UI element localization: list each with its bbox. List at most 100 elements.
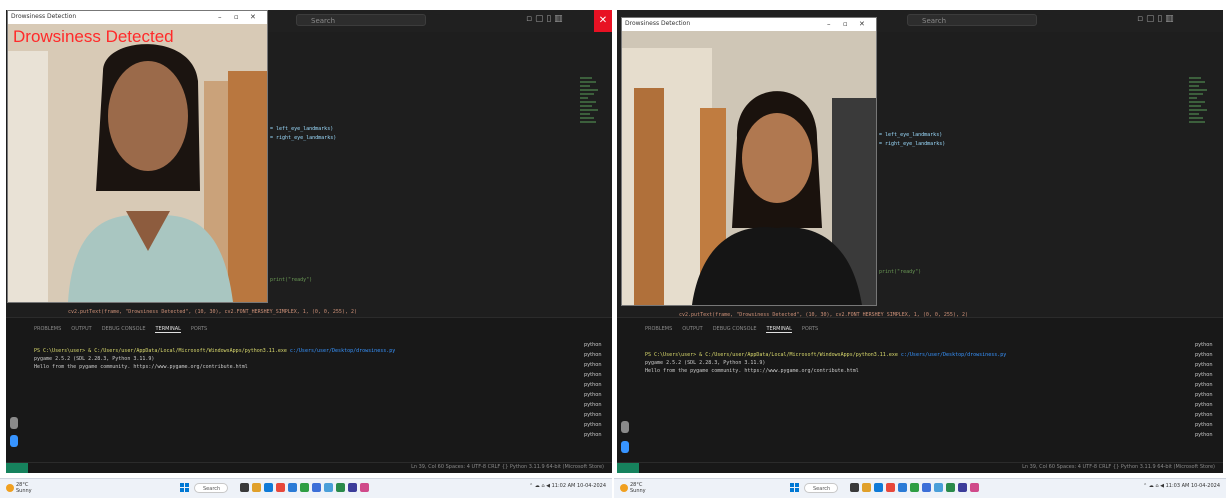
- windows-taskbar-left: 28°C Sunny Search ⌃ ☁ ⌂ ◀ 11:02 AM 10-04…: [0, 478, 612, 498]
- edge-icon[interactable]: [874, 483, 883, 492]
- command-search-input[interactable]: Search: [907, 14, 1037, 26]
- code-line: print("ready"): [879, 269, 922, 275]
- layout-controls-icon[interactable]: ▫ ▢ ▯ ▥: [526, 14, 563, 24]
- code-line: print("ready"): [270, 277, 313, 283]
- start-button[interactable]: [180, 483, 190, 493]
- shell-item[interactable]: python: [584, 430, 606, 440]
- edge-icon[interactable]: [264, 483, 273, 492]
- system-tray[interactable]: ⌃ ☁ ⌂ ◀ 11:02 AM 10-04-2024: [529, 483, 606, 489]
- shell-item[interactable]: python: [584, 400, 606, 410]
- weather-widget[interactable]: 28°C Sunny: [6, 482, 32, 494]
- shell-item[interactable]: python: [1195, 390, 1217, 400]
- close-icon[interactable]: ✕: [250, 13, 256, 21]
- shell-item[interactable]: python: [584, 390, 606, 400]
- shell-item[interactable]: python: [1195, 420, 1217, 430]
- start-button[interactable]: [790, 483, 800, 493]
- shell-item[interactable]: python: [1195, 360, 1217, 370]
- account-icon[interactable]: [621, 421, 629, 433]
- chrome-icon[interactable]: [276, 483, 285, 492]
- drowsiness-alert-text: Drowsiness Detected: [13, 27, 174, 46]
- code-line: = left_eye_landmarks): [879, 132, 943, 138]
- app-icon[interactable]: [970, 483, 979, 492]
- code-line: cv2.putText(frame, "Drowsiness Detected"…: [68, 309, 357, 315]
- tab-debug-console[interactable]: DEBUG CONSOLE: [102, 326, 146, 333]
- maximize-icon[interactable]: ▫: [234, 13, 239, 21]
- shell-item[interactable]: python: [584, 360, 606, 370]
- terminal-panel[interactable]: PROBLEMS OUTPUT DEBUG CONSOLE TERMINAL P…: [617, 317, 1223, 464]
- tray-icons: ⌃ ☁ ⌂ ◀: [529, 483, 552, 489]
- minimize-icon[interactable]: –: [218, 13, 222, 21]
- camera-window-right[interactable]: Drowsiness Detection – ▫ ✕: [621, 17, 877, 306]
- tab-output[interactable]: OUTPUT: [71, 326, 91, 333]
- shell-item[interactable]: python: [584, 370, 606, 380]
- minimap[interactable]: [580, 77, 600, 167]
- shell-item[interactable]: python: [1195, 350, 1217, 360]
- taskview-icon[interactable]: [240, 483, 249, 492]
- minimize-icon[interactable]: –: [827, 20, 831, 28]
- vscode-icon[interactable]: [288, 483, 297, 492]
- file-explorer-icon[interactable]: [252, 483, 261, 492]
- chrome-icon[interactable]: [886, 483, 895, 492]
- app-icon[interactable]: [348, 483, 357, 492]
- clock-time: 11:03 AM: [1165, 483, 1190, 489]
- tab-ports[interactable]: PORTS: [191, 326, 207, 333]
- account-icon[interactable]: [10, 417, 18, 429]
- close-button[interactable]: ✕: [594, 10, 612, 32]
- shell-item[interactable]: python: [1195, 410, 1217, 420]
- store-icon[interactable]: [300, 483, 309, 492]
- weather-text: 28°C Sunny: [16, 482, 32, 494]
- store-icon[interactable]: [910, 483, 919, 492]
- maximize-icon[interactable]: ▫: [843, 20, 848, 28]
- app-icon[interactable]: [946, 483, 955, 492]
- tab-problems[interactable]: PROBLEMS: [645, 326, 672, 333]
- settings-icon[interactable]: [10, 435, 18, 447]
- taskbar-search[interactable]: Search: [804, 483, 838, 493]
- shell-item[interactable]: python: [584, 410, 606, 420]
- terminal-shell-list: python python python python python pytho…: [584, 340, 606, 440]
- layout-controls-icon[interactable]: ▫ ▢ ▯ ▥: [1137, 14, 1174, 24]
- tab-terminal[interactable]: TERMINAL: [766, 326, 792, 333]
- shell-item[interactable]: python: [584, 350, 606, 360]
- activity-bar: [617, 317, 635, 463]
- close-icon[interactable]: ✕: [859, 20, 865, 28]
- weather-widget[interactable]: 28°C Sunny: [620, 482, 646, 494]
- python-icon[interactable]: [934, 483, 943, 492]
- shell-item[interactable]: python: [584, 380, 606, 390]
- code-line: = right_eye_landmarks): [879, 141, 946, 147]
- minimap[interactable]: [1189, 77, 1209, 167]
- shell-item[interactable]: python: [1195, 370, 1217, 380]
- settings-icon[interactable]: [621, 441, 629, 453]
- windows-taskbar-right: 28°C Sunny Search ⌃ ☁ ⌂ ◀ 11:03 AM 10-04…: [614, 478, 1226, 498]
- shell-item[interactable]: python: [1195, 430, 1217, 440]
- tab-problems[interactable]: PROBLEMS: [34, 326, 61, 333]
- python-icon[interactable]: [324, 483, 333, 492]
- terminal-line: PS C:\Users\user> & C:/Users/user/AppDat…: [34, 348, 395, 354]
- taskview-icon[interactable]: [850, 483, 859, 492]
- file-explorer-icon[interactable]: [862, 483, 871, 492]
- tab-debug-console[interactable]: DEBUG CONSOLE: [713, 326, 757, 333]
- vscode-icon[interactable]: [898, 483, 907, 492]
- shell-item[interactable]: python: [1195, 380, 1217, 390]
- tab-terminal[interactable]: TERMINAL: [155, 326, 181, 333]
- tab-ports[interactable]: PORTS: [802, 326, 818, 333]
- system-tray[interactable]: ⌃ ☁ ⌂ ◀ 11:03 AM 10-04-2024: [1143, 483, 1220, 489]
- shell-item[interactable]: python: [1195, 400, 1217, 410]
- status-bar: Ln 39, Col 60 Spaces: 4 UTF-8 CRLF {} Py…: [617, 462, 1223, 473]
- status-info: Ln 39, Col 60 Spaces: 4 UTF-8 CRLF {} Py…: [411, 464, 604, 470]
- terminal-path: c:/Users/user/Desktop/drowsiness.py: [900, 352, 1007, 358]
- outlook-icon[interactable]: [312, 483, 321, 492]
- shell-item[interactable]: python: [584, 340, 606, 350]
- tab-output[interactable]: OUTPUT: [682, 326, 702, 333]
- remote-indicator[interactable]: [617, 463, 639, 473]
- app-icon[interactable]: [958, 483, 967, 492]
- command-search-input[interactable]: Search: [296, 14, 426, 26]
- shell-item[interactable]: python: [584, 420, 606, 430]
- shell-item[interactable]: python: [1195, 340, 1217, 350]
- remote-indicator[interactable]: [6, 463, 28, 473]
- camera-window-left[interactable]: Drowsiness Detection – ▫ ✕ Drowsiness De…: [7, 10, 268, 303]
- outlook-icon[interactable]: [922, 483, 931, 492]
- taskbar-search[interactable]: Search: [194, 483, 228, 493]
- app-icon[interactable]: [360, 483, 369, 492]
- terminal-panel[interactable]: PROBLEMS OUTPUT DEBUG CONSOLE TERMINAL P…: [6, 317, 612, 464]
- app-icon[interactable]: [336, 483, 345, 492]
